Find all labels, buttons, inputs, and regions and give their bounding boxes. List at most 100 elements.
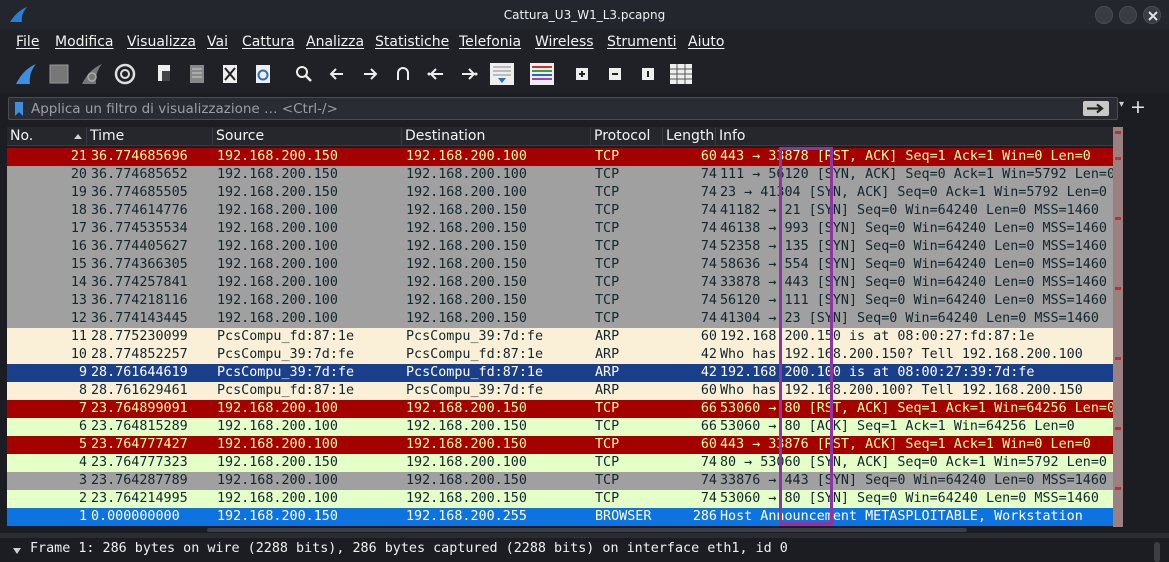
menu-modifica[interactable]: Modifica: [55, 34, 114, 50]
packet-source: 192.168.200.150: [217, 455, 338, 470]
packet-row[interactable]: 7 23.764899091 192.168.200.100 192.168.200.…: [7, 400, 1113, 418]
open-file-icon[interactable]: [150, 60, 178, 88]
menu-wireless[interactable]: Wireless: [535, 34, 594, 50]
packet-row[interactable]: 15 36.774366305 192.168.200.100 192.168.200…: [7, 256, 1113, 274]
packet-row[interactable]: 18 36.774614776 192.168.200.100 192.168.200…: [7, 202, 1113, 220]
add-filter-button[interactable]: +: [1130, 96, 1146, 118]
col-info[interactable]: Info: [716, 127, 1113, 146]
title-bar: Cattura_U3_W1_L3.pcapng: [0, 0, 1169, 30]
packet-details-pane[interactable]: Frame 1: 286 bytes on wire (2288 bits), …: [0, 538, 1169, 562]
menu-vai[interactable]: Vai: [207, 34, 228, 50]
zoom-normal-icon[interactable]: [634, 60, 662, 88]
packet-destination: 192.168.200.150: [406, 257, 527, 272]
col-length[interactable]: Length: [663, 127, 716, 146]
col-destination[interactable]: Destination: [402, 127, 591, 146]
packet-protocol: BROWSER: [595, 509, 652, 524]
packet-time: 36.774143445: [91, 311, 188, 326]
menu-statistiche[interactable]: Statistiche: [375, 34, 449, 50]
start-capture-icon[interactable]: [12, 60, 40, 88]
menu-file[interactable]: File: [16, 34, 39, 50]
col-source[interactable]: Source: [213, 127, 402, 146]
sort-ascending-icon: [74, 134, 82, 139]
packet-minimap[interactable]: [1113, 127, 1123, 527]
capture-options-icon[interactable]: [111, 60, 139, 88]
packet-protocol: TCP: [595, 149, 620, 164]
packet-row[interactable]: 8 28.761629461 PcsCompu_fd:87:1e PcsCompu_3…: [7, 382, 1113, 400]
apply-filter-button[interactable]: [1083, 101, 1109, 116]
packet-length: 60: [700, 149, 717, 164]
packet-list[interactable]: No. Time Source Destination Protocol Len…: [7, 127, 1113, 527]
packet-row[interactable]: 1 0.000000000 192.168.200.150 192.168.200.2…: [7, 508, 1113, 526]
go-first-packet-icon[interactable]: [422, 60, 450, 88]
packet-row[interactable]: 3 23.764287789 192.168.200.100 192.168.200.…: [7, 472, 1113, 490]
packet-no: 10: [70, 347, 87, 362]
go-forward-icon[interactable]: [356, 60, 384, 88]
col-protocol[interactable]: Protocol: [591, 127, 663, 146]
col-time[interactable]: Time: [87, 127, 213, 146]
packet-protocol: TCP: [595, 167, 620, 182]
colorize-icon[interactable]: [528, 60, 556, 88]
packet-time: 23.764214995: [91, 491, 188, 506]
packet-row[interactable]: 11 28.775230099 PcsCompu_fd:87:1e PcsCompu_…: [7, 328, 1113, 346]
find-packet-icon[interactable]: [290, 60, 318, 88]
packet-row[interactable]: 5 23.764777427 192.168.200.100 192.168.200.…: [7, 436, 1113, 454]
packet-row[interactable]: 2 23.764214995 192.168.200.100 192.168.200.…: [7, 490, 1113, 508]
packet-row[interactable]: 17 36.774535534 192.168.200.100 192.168.200…: [7, 220, 1113, 238]
maximize-button[interactable]: [1119, 6, 1137, 24]
packet-row[interactable]: 16 36.774405627 192.168.200.100 192.168.200…: [7, 238, 1113, 256]
packet-source: 192.168.200.100: [217, 419, 338, 434]
go-back-icon[interactable]: [323, 60, 351, 88]
packet-row[interactable]: 13 36.774218116 192.168.200.100 192.168.200…: [7, 292, 1113, 310]
reload-file-icon[interactable]: [249, 60, 277, 88]
packet-row[interactable]: 10 28.774852257 PcsCompu_39:7d:fe PcsCompu_…: [7, 346, 1113, 364]
packet-protocol: ARP: [595, 383, 620, 398]
packet-length: 66: [700, 401, 717, 416]
packet-row[interactable]: 4 23.764777323 192.168.200.150 192.168.200.…: [7, 454, 1113, 472]
go-to-packet-icon[interactable]: [389, 60, 417, 88]
expand-triangle-icon[interactable]: [13, 548, 21, 554]
packet-row[interactable]: 12 36.774143445 192.168.200.100 192.168.200…: [7, 310, 1113, 328]
packet-time: 28.761629461: [91, 383, 188, 398]
frame-summary-line[interactable]: Frame 1: 286 bytes on wire (2288 bits), …: [30, 541, 788, 556]
stop-capture-icon[interactable]: [45, 60, 73, 88]
packet-row[interactable]: 14 36.774257841 192.168.200.100 192.168.200…: [7, 274, 1113, 292]
autoscroll-icon[interactable]: [488, 60, 516, 88]
packet-protocol: TCP: [595, 311, 620, 326]
details-scrollbar[interactable]: [1154, 542, 1160, 562]
packet-row[interactable]: 20 36.774685652 192.168.200.150 192.168.200…: [7, 166, 1113, 184]
packet-destination: PcsCompu_39:7d:fe: [406, 329, 544, 344]
menu-analizza[interactable]: Analizza: [306, 34, 364, 50]
packet-length: 74: [700, 293, 717, 308]
close-button[interactable]: [1143, 6, 1161, 24]
packet-row[interactable]: 19 36.774685505 192.168.200.150 192.168.200…: [7, 184, 1113, 202]
packet-row[interactable]: 9 28.761644619 PcsCompu_39:7d:fe PcsCompu_f…: [7, 364, 1113, 382]
save-file-icon[interactable]: [183, 60, 211, 88]
scrollbar-thumb[interactable]: [207, 528, 967, 532]
packet-length: 74: [700, 203, 717, 218]
menu-aiuto[interactable]: Aiuto: [688, 34, 724, 50]
menu-telefonia[interactable]: Telefonia: [459, 34, 521, 50]
packet-time: 23.764777323: [91, 455, 188, 470]
packet-row[interactable]: 6 23.764815289 192.168.200.100 192.168.200.…: [7, 418, 1113, 436]
packet-time: 36.774535534: [91, 221, 188, 236]
close-file-icon[interactable]: [216, 60, 244, 88]
restart-capture-icon[interactable]: [78, 60, 106, 88]
packet-length: 286: [692, 509, 717, 524]
menu-visualizza[interactable]: Visualizza: [127, 34, 196, 50]
packet-destination: PcsCompu_fd:87:1e: [406, 365, 544, 380]
display-filter-bar: [8, 97, 1118, 120]
zoom-in-icon[interactable]: [568, 60, 596, 88]
minimize-button[interactable]: [1095, 6, 1113, 24]
display-filter-input[interactable]: [31, 99, 1071, 118]
filter-bookmark-icon[interactable]: [13, 101, 25, 117]
filter-dropdown-icon[interactable]: ▾: [1119, 99, 1124, 110]
packet-no: 11: [70, 329, 87, 344]
packet-time: 36.774257841: [91, 275, 188, 290]
packet-row[interactable]: 21 36.774685696 192.168.200.150 192.168.200…: [7, 148, 1113, 166]
menu-strumenti[interactable]: Strumenti: [607, 34, 677, 50]
zoom-out-icon[interactable]: [601, 60, 629, 88]
resize-columns-icon[interactable]: [667, 60, 695, 88]
go-last-packet-icon[interactable]: [455, 60, 483, 88]
menu-cattura[interactable]: Cattura: [242, 34, 295, 50]
packet-destination: 192.168.200.255: [406, 509, 527, 524]
